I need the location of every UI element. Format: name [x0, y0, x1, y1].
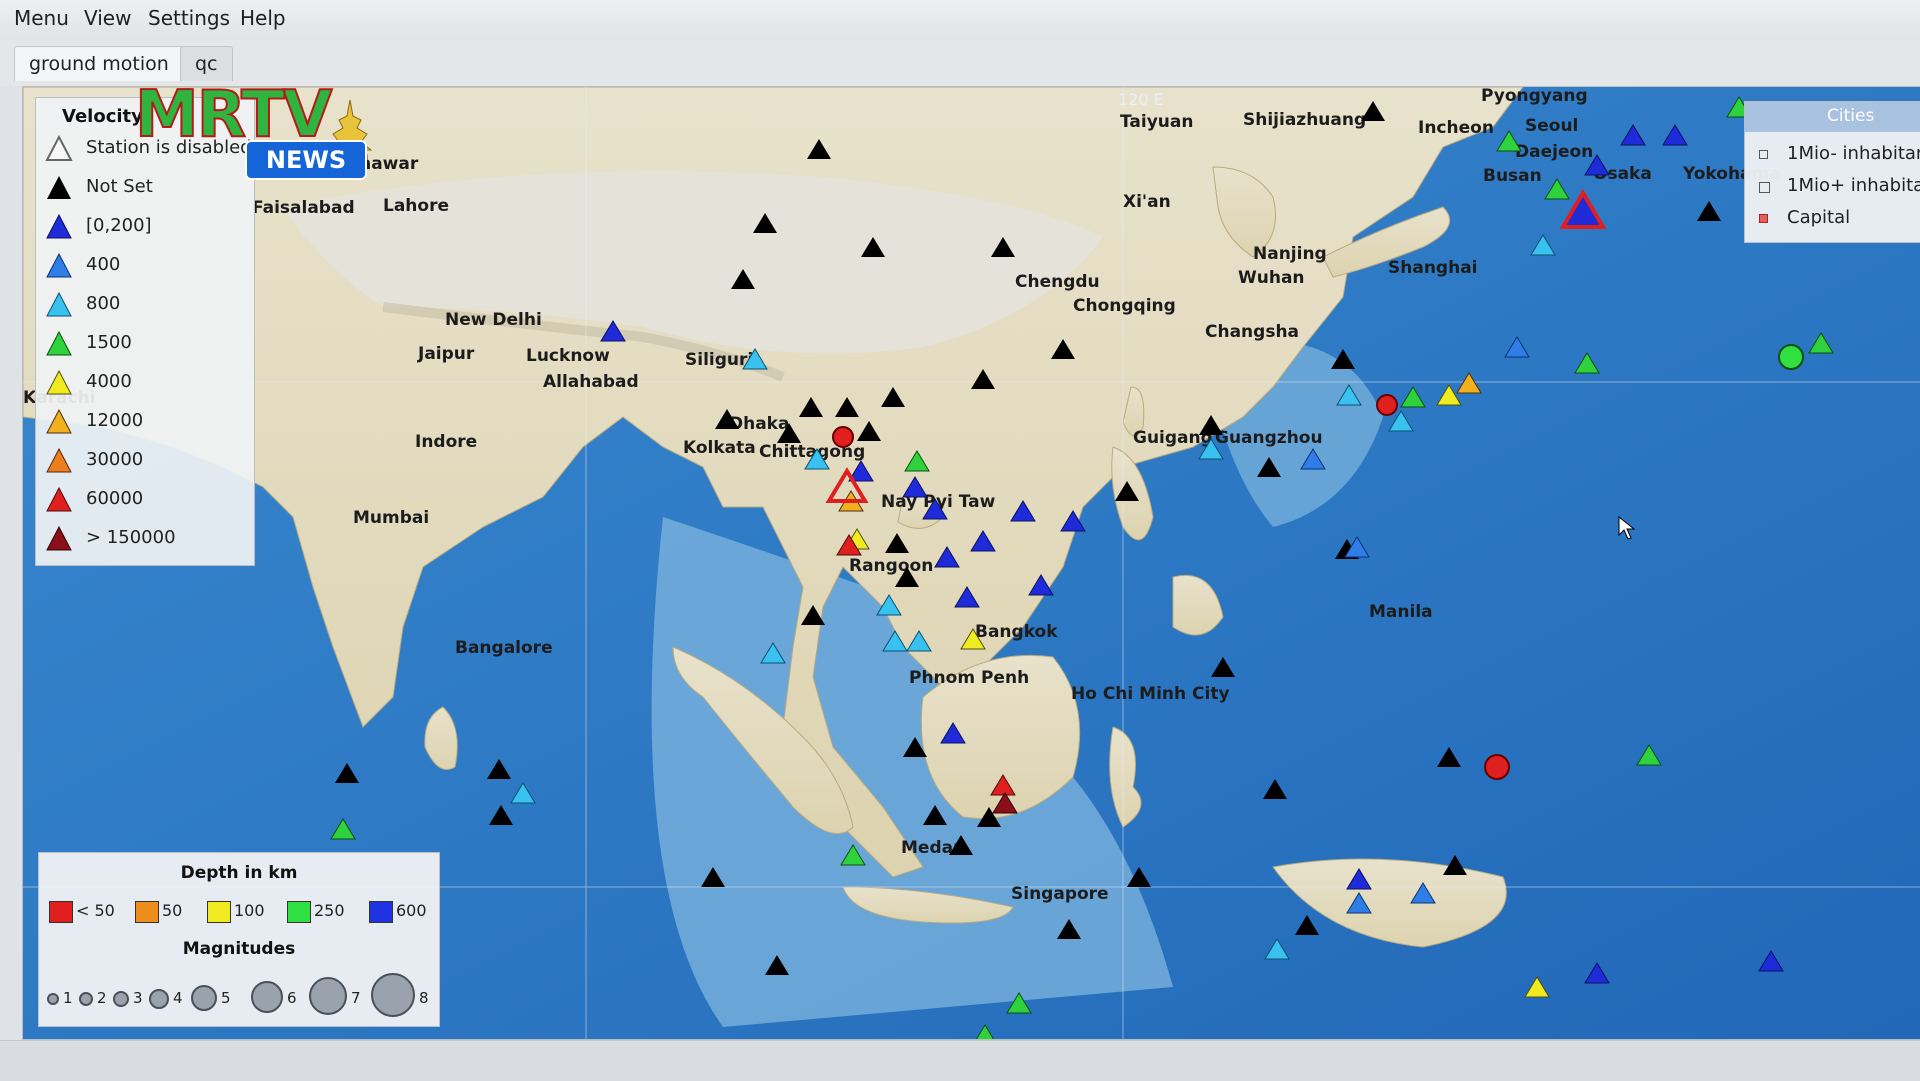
cities-legend-title: Cities — [1827, 106, 1875, 126]
depth-legend: Depth in km < 50 50 100 250 600 Magnitud… — [38, 852, 440, 1027]
tab-ground-motion[interactable]: ground motion — [14, 46, 184, 81]
city-label: Lucknow — [526, 346, 610, 366]
event-depth-lt50[interactable] — [832, 426, 854, 448]
city-marker-icon — [1759, 182, 1770, 193]
city-label: Mumbai — [353, 508, 429, 528]
menu-view[interactable]: View — [84, 6, 131, 30]
city-label: Chengdu — [1015, 272, 1100, 292]
capital-marker-icon — [1759, 214, 1768, 223]
legend-item: 60000 — [44, 485, 249, 515]
legend-item: 12000 — [44, 407, 249, 437]
city-label: Siliguri — [685, 350, 753, 370]
city-marker-icon — [1759, 150, 1768, 159]
grid-label-120e: 120 E — [1118, 90, 1164, 109]
city-label: Singapore — [1011, 884, 1109, 904]
city-label: Ho Chi Minh City — [1071, 684, 1230, 704]
city-label: Taiyuan — [1120, 112, 1193, 132]
city-label: Bangkok — [975, 622, 1058, 642]
city-label: Allahabad — [543, 372, 639, 392]
city-label: Kolkata — [683, 438, 756, 458]
legend-item: 4000 — [44, 368, 249, 398]
velocity-legend-title: Velocity — [62, 106, 143, 127]
mrtv-news-logo: MRTV NEWS — [134, 79, 375, 190]
news-badge: NEWS — [245, 140, 367, 180]
city-label: Manila — [1369, 602, 1433, 622]
legend-item: 800 — [44, 290, 249, 320]
legend-item: [0,200] — [44, 212, 249, 242]
city-label: Changsha — [1205, 322, 1299, 342]
menu-settings[interactable]: Settings — [148, 6, 230, 30]
menu-bar: Menu View Settings Help — [0, 0, 1920, 41]
city-label: Bangalore — [455, 638, 553, 658]
menu-menu[interactable]: Menu — [14, 6, 69, 30]
cities-legend-header: Cities — [1745, 102, 1920, 132]
legend-item: 30000 — [44, 446, 249, 476]
magnitudes-title: Magnitudes — [182, 939, 296, 959]
legend-item: 1500 — [44, 329, 249, 359]
tab-qc[interactable]: qc — [180, 46, 233, 81]
city-label: Guangzhou — [1215, 428, 1323, 448]
legend-item: > 150000 — [44, 524, 249, 554]
city-label: Jaipur — [417, 344, 475, 364]
city-label: Indore — [415, 432, 477, 452]
city-label: Lahore — [383, 196, 449, 216]
city-label: Incheon — [1418, 118, 1494, 138]
city-label: Faisalabad — [252, 198, 355, 218]
legend-item: 400 — [44, 251, 249, 281]
city-label: Wuhan — [1238, 268, 1305, 288]
city-label: Rangoon — [849, 556, 933, 576]
city-label: Shijiazhuang — [1243, 110, 1366, 130]
event-depth-lt50[interactable] — [1484, 754, 1510, 780]
city-label: Seoul — [1525, 116, 1578, 136]
status-bar — [0, 1040, 1920, 1081]
menu-help[interactable]: Help — [240, 6, 286, 30]
cities-legend: Cities 1Mio- inhabitants 1Mio+ inhabitan… — [1744, 101, 1920, 243]
city-label: Shanghai — [1388, 258, 1478, 278]
city-label: Chongqing — [1073, 296, 1176, 316]
city-label: Nanjing — [1253, 244, 1327, 264]
city-label: Guigang — [1133, 428, 1213, 448]
depth-legend-title: Depth in km — [180, 863, 298, 883]
event-depth-lt50[interactable] — [1376, 394, 1398, 416]
city-label: Phnom Penh — [909, 668, 1029, 688]
city-label: Busan — [1483, 166, 1542, 186]
city-label: New Delhi — [445, 310, 542, 330]
city-label: Xi'an — [1123, 192, 1171, 212]
city-label: Daejeon — [1515, 142, 1593, 162]
city-label: Dhaka — [729, 414, 789, 434]
city-label: Pyongyang — [1481, 87, 1588, 106]
event-depth-250[interactable] — [1778, 344, 1804, 370]
